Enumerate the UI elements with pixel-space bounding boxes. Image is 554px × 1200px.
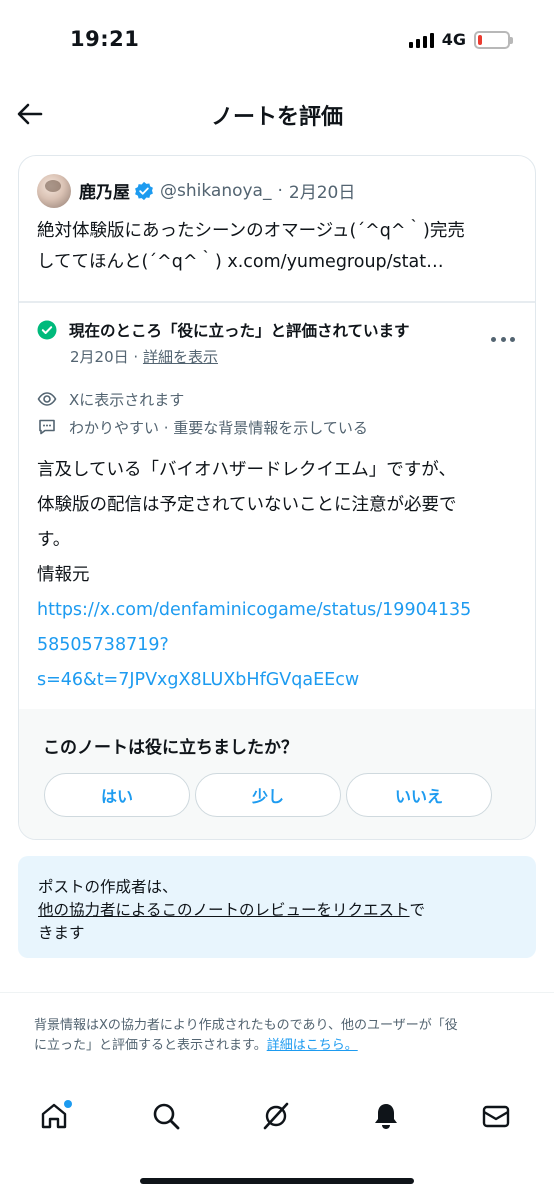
rate-yes-button[interactable]: はい <box>44 773 190 817</box>
nav-search[interactable] <box>150 1100 186 1136</box>
author-name[interactable]: 鹿乃屋 <box>79 178 130 203</box>
comment-icon <box>39 419 55 435</box>
status-time: 19:21 <box>70 27 140 51</box>
show-details-link[interactable]: 詳細を表示 <box>143 348 218 366</box>
footer-text: 背景情報はXの協力者により作成されたものであり、他のユーザーが「役 <box>34 1018 458 1033</box>
meta-separator: · <box>128 347 143 366</box>
note-body: 言及している「バイオハザードレクイエム」ですが、 体験版の配信は予定されていない… <box>37 453 521 698</box>
note-body-line: 体験版の配信は予定されていないことに注意が必要で <box>37 494 457 515</box>
post-author-line: 鹿乃屋 @shikanoya_ · 2月20日 <box>79 178 356 204</box>
request-text: ポストの作成者は、 <box>38 878 178 896</box>
page-title: ノートを評価 <box>210 105 343 130</box>
request-review-box: ポストの作成者は、 他の協力者によるこのノートのレビューをリクエストで きます <box>18 856 536 958</box>
footer-disclaimer: 背景情報はXの協力者により作成されたものであり、他のユーザーが「役 に立った」と… <box>34 1016 520 1056</box>
request-text-line: 他の協力者によるこのノートのレビューをリクエストで <box>38 899 516 922</box>
notifications-icon <box>375 1104 397 1129</box>
helpful-question: このノートは役に立ちましたか？ <box>43 738 298 758</box>
reasons-row: わかりやすい · 重要な背景情報を示している <box>37 417 368 438</box>
request-text-tail: で <box>409 901 426 919</box>
status-bar: 19:21 4G <box>0 0 554 80</box>
grok-icon <box>263 1102 289 1130</box>
request-text: きます <box>38 924 85 942</box>
more-dots-icon <box>491 337 496 342</box>
request-review-link[interactable]: 他の協力者によるこのノートのレビューをリクエスト <box>38 901 410 919</box>
notification-dot <box>64 1100 72 1108</box>
rate-no-button[interactable]: いいえ <box>346 773 492 817</box>
nav-grok[interactable] <box>260 1100 296 1136</box>
reasons-text: わかりやすい · 重要な背景情報を示している <box>69 418 368 437</box>
battery-level <box>478 34 482 45</box>
note-status-text: 現在のところ「役に立った」と評価されています <box>69 321 410 340</box>
source-link[interactable]: s=46&t=7JPVxgX8LUXbHfGVqaEEcw <box>37 663 521 698</box>
post-text-line: 絶対体験版にあったシーンのオマージュ(´^q^｀)完売 <box>37 221 465 241</box>
footer-text-line: に立った」と評価すると表示されます。詳細はこちら。 <box>34 1036 520 1056</box>
more-dot <box>500 337 506 342</box>
home-indicator <box>140 1178 414 1184</box>
cellular-signal-icon <box>408 32 434 48</box>
check-circle-icon <box>37 320 57 339</box>
bottom-navigation <box>0 1090 554 1150</box>
footer-text: に立った」と評価すると表示されます。 <box>34 1038 267 1053</box>
post-date: 2月20日 <box>288 183 356 203</box>
verified-badge-icon <box>135 181 153 200</box>
header: ノートを評価 <box>0 86 554 142</box>
battery-icon <box>474 30 513 49</box>
note-body-line: 情報元 <box>37 564 90 585</box>
post-text: 絶対体験版にあったシーンのオマージュ(´^q^｀)完売 しててほんと(´^q^｀… <box>37 216 519 278</box>
note-date: 2月20日 <box>70 347 129 366</box>
nav-messages[interactable] <box>480 1100 516 1136</box>
messages-icon <box>482 1105 510 1128</box>
more-dot <box>510 337 515 342</box>
network-type: 4G <box>441 30 466 49</box>
community-note: 現在のところ「役に立った」と評価されています 2月20日 · 詳細を表示 Xに表… <box>19 303 535 708</box>
note-status: 現在のところ「役に立った」と評価されています <box>37 319 410 341</box>
avatar[interactable] <box>37 174 71 208</box>
author-handle: @shikanoya_ <box>160 180 272 201</box>
note-body-line: す。 <box>37 529 71 550</box>
note-body-line: 言及している「バイオハザードレクイエム」ですが、 <box>37 459 456 480</box>
eye-icon <box>37 392 57 406</box>
quoted-post[interactable]: 鹿乃屋 @shikanoya_ · 2月20日 絶対体験版にあったシーンのオマー… <box>19 156 535 301</box>
nav-home[interactable] <box>38 1100 74 1136</box>
source-link[interactable]: https://x.com/denfaminicogame/status/199… <box>37 593 521 628</box>
more-options-button[interactable] <box>491 333 515 347</box>
note-card: 鹿乃屋 @shikanoya_ · 2月20日 絶対体験版にあったシーンのオマー… <box>18 155 536 840</box>
shown-on-x-row: Xに表示されます <box>37 389 184 410</box>
meta-separator: · <box>277 180 283 201</box>
shown-on-x-text: Xに表示されます <box>69 390 185 409</box>
learn-more-link[interactable]: 詳細はこちら。 <box>267 1038 358 1053</box>
search-icon <box>153 1103 180 1130</box>
post-text-line: しててほんと(´^q^｀) x.com/yumegroup/stat… <box>37 252 444 272</box>
rate-somewhat-button[interactable]: 少し <box>195 773 341 817</box>
divider <box>0 992 554 993</box>
status-indicators: 4G <box>408 30 513 49</box>
helpful-rating-section: このノートは役に立ちましたか？ はい 少し いいえ <box>19 709 535 839</box>
note-meta: 2月20日 · 詳細を表示 <box>70 346 218 367</box>
source-link[interactable]: 58505738719? <box>37 628 521 663</box>
nav-notifications[interactable] <box>370 1100 406 1136</box>
